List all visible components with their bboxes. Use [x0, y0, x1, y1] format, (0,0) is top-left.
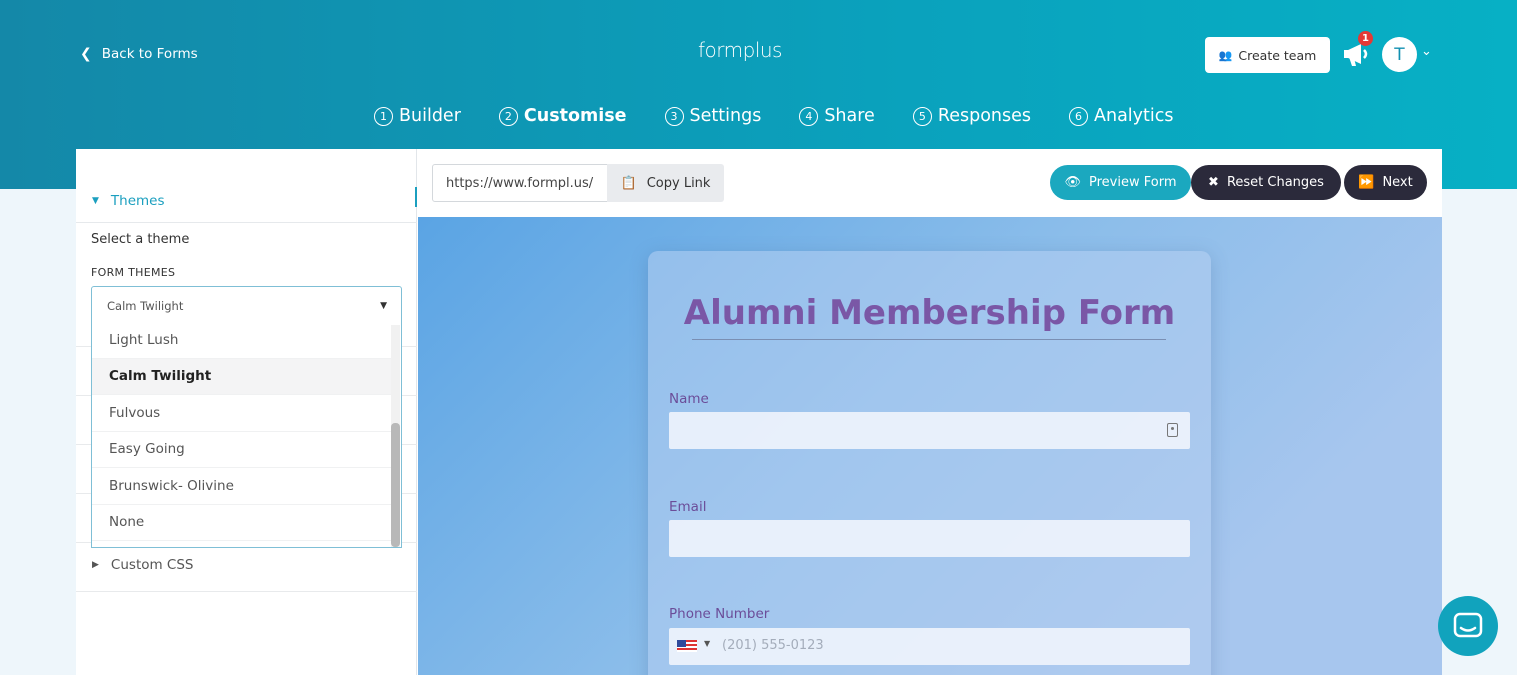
- tab-builder[interactable]: 1 Builder: [374, 106, 461, 126]
- fast-forward-icon: ⏩: [1358, 175, 1375, 190]
- next-button[interactable]: ⏩ Next: [1344, 165, 1427, 200]
- us-flag-icon[interactable]: [677, 640, 697, 652]
- themes-label: Themes: [110, 192, 165, 209]
- tab-responses[interactable]: 5 Responses: [912, 106, 1031, 126]
- chat-icon: [1453, 612, 1483, 638]
- chat-support-button[interactable]: [1438, 596, 1498, 656]
- caret-down-icon: ▼: [380, 301, 387, 311]
- step-navigation: 1 Builder 2 Customise 3 Settings 4 Share…: [374, 106, 1211, 126]
- tab-analytics[interactable]: 6 Analytics: [1069, 106, 1173, 126]
- tab-customise[interactable]: 2 Customise: [498, 106, 627, 126]
- custom-css-section[interactable]: ▶ Custom CSS: [92, 557, 194, 573]
- preview-label: Preview Form: [1089, 175, 1177, 190]
- divider: [76, 591, 417, 592]
- back-label: Back to Forms: [101, 46, 198, 62]
- chevron-down-icon[interactable]: ⌄: [1421, 44, 1432, 59]
- name-field[interactable]: [669, 412, 1190, 449]
- form-themes-label: FORM THEMES: [91, 266, 176, 279]
- copy-icon: 📋: [620, 175, 637, 191]
- back-to-forms-link[interactable]: ❮ Back to Forms: [80, 46, 198, 62]
- custom-css-label: Custom CSS: [110, 557, 194, 573]
- step-number: 2: [498, 106, 518, 126]
- copy-link-label: Copy Link: [646, 175, 711, 191]
- close-icon: ✖: [1208, 175, 1219, 190]
- themes-section-header[interactable]: ▼ Themes: [76, 179, 417, 223]
- form-title: Alumni Membership Form: [683, 293, 1176, 333]
- step-label: Responses: [937, 106, 1031, 126]
- preview-toolbar: https://www.formpl.us/ 📋 Copy Link 👁 Pre…: [417, 149, 1442, 216]
- dropdown-option[interactable]: Easy Going: [92, 432, 392, 468]
- reset-changes-button[interactable]: ✖ Reset Changes: [1191, 165, 1341, 200]
- customise-sidebar: ▼ Themes Select a theme FORM THEMES ▶ Cu…: [76, 149, 417, 675]
- step-label: Settings: [689, 106, 762, 126]
- select-value: Calm Twilight: [107, 299, 184, 313]
- preview-form-button[interactable]: 👁 Preview Form: [1050, 165, 1191, 200]
- copy-link-button[interactable]: 📋 Copy Link: [607, 164, 724, 202]
- email-label: Email: [669, 499, 707, 515]
- form-theme-select[interactable]: Calm Twilight ▼: [91, 286, 402, 326]
- step-number: 5: [912, 106, 932, 126]
- notification-badge: 1: [1358, 31, 1373, 46]
- form-preview-canvas: Alumni Membership Form Name Email Phone …: [418, 217, 1442, 675]
- phone-placeholder: (201) 555-0123: [722, 638, 824, 653]
- dropdown-option[interactable]: Brunswick- Olivine: [92, 468, 392, 505]
- step-number: 6: [1069, 106, 1088, 126]
- tab-share[interactable]: 4 Share: [799, 106, 875, 126]
- caret-right-icon: ▶: [92, 560, 99, 570]
- phone-label: Phone Number: [669, 606, 770, 622]
- contact-card-icon: [1167, 423, 1178, 437]
- step-number: 1: [374, 106, 393, 126]
- title-underline: [692, 339, 1166, 340]
- create-team-button[interactable]: 👥 Create team: [1205, 37, 1330, 73]
- reset-label: Reset Changes: [1226, 175, 1324, 190]
- editor-panel: ▼ Themes Select a theme FORM THEMES ▶ Cu…: [76, 149, 1442, 675]
- dropdown-option[interactable]: None: [92, 505, 392, 541]
- team-icon: 👥: [1218, 48, 1233, 62]
- form-card: Alumni Membership Form Name Email Phone …: [648, 251, 1211, 675]
- email-field[interactable]: [669, 520, 1190, 557]
- formplus-logo[interactable]: formplus: [698, 38, 782, 62]
- next-label: Next: [1382, 175, 1413, 190]
- step-label: Customise: [523, 106, 627, 126]
- step-label: Share: [824, 106, 875, 126]
- name-label: Name: [669, 391, 709, 407]
- caret-down-icon[interactable]: ▼: [704, 639, 710, 648]
- caret-down-icon: ▼: [92, 195, 99, 206]
- step-number: 4: [799, 106, 819, 126]
- scrollbar-thumb[interactable]: [391, 423, 400, 547]
- user-avatar[interactable]: T: [1382, 37, 1417, 72]
- select-theme-text: Select a theme: [91, 232, 190, 247]
- dropdown-option[interactable]: Fulvous: [92, 395, 392, 432]
- step-number: 3: [664, 106, 684, 126]
- theme-dropdown-list: Light Lush Calm Twilight Fulvous Easy Go…: [91, 325, 402, 548]
- eye-icon: 👁: [1064, 175, 1082, 190]
- form-url-field[interactable]: https://www.formpl.us/: [432, 164, 608, 202]
- chevron-left-icon: ❮: [80, 46, 92, 62]
- tab-settings[interactable]: 3 Settings: [664, 106, 762, 126]
- phone-field[interactable]: ▼ (201) 555-0123: [669, 628, 1190, 665]
- step-label: Analytics: [1094, 106, 1174, 126]
- dropdown-option[interactable]: Light Lush: [92, 325, 392, 359]
- dropdown-option-selected[interactable]: Calm Twilight: [92, 358, 392, 395]
- step-label: Builder: [399, 106, 461, 126]
- create-team-label: Create team: [1238, 47, 1317, 63]
